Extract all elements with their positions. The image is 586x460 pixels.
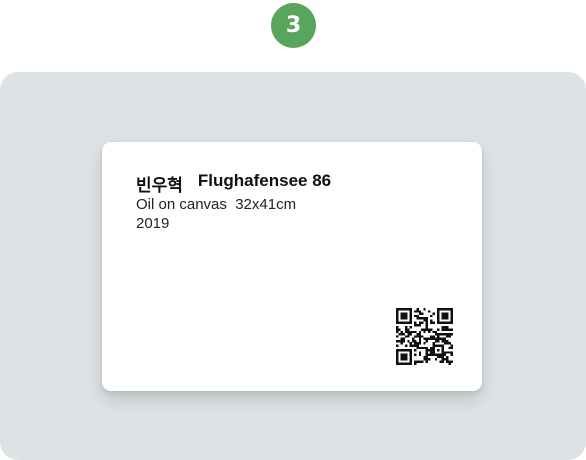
artwork-label-card: 빈우혁 Flughafensee 86 Oil on canvas 32x41c…: [102, 142, 482, 391]
artwork-title: Flughafensee 86: [197, 171, 332, 190]
artwork-medium-size: Oil on canvas 32x41cm: [136, 196, 297, 213]
step-number-badge: 3: [271, 3, 316, 48]
qr-code-icon: [396, 308, 453, 365]
artwork-year: 2019: [136, 215, 170, 232]
artist-name: 빈우혁: [136, 176, 183, 195]
artwork-heading: 빈우혁 Flughafensee 86: [136, 171, 331, 196]
